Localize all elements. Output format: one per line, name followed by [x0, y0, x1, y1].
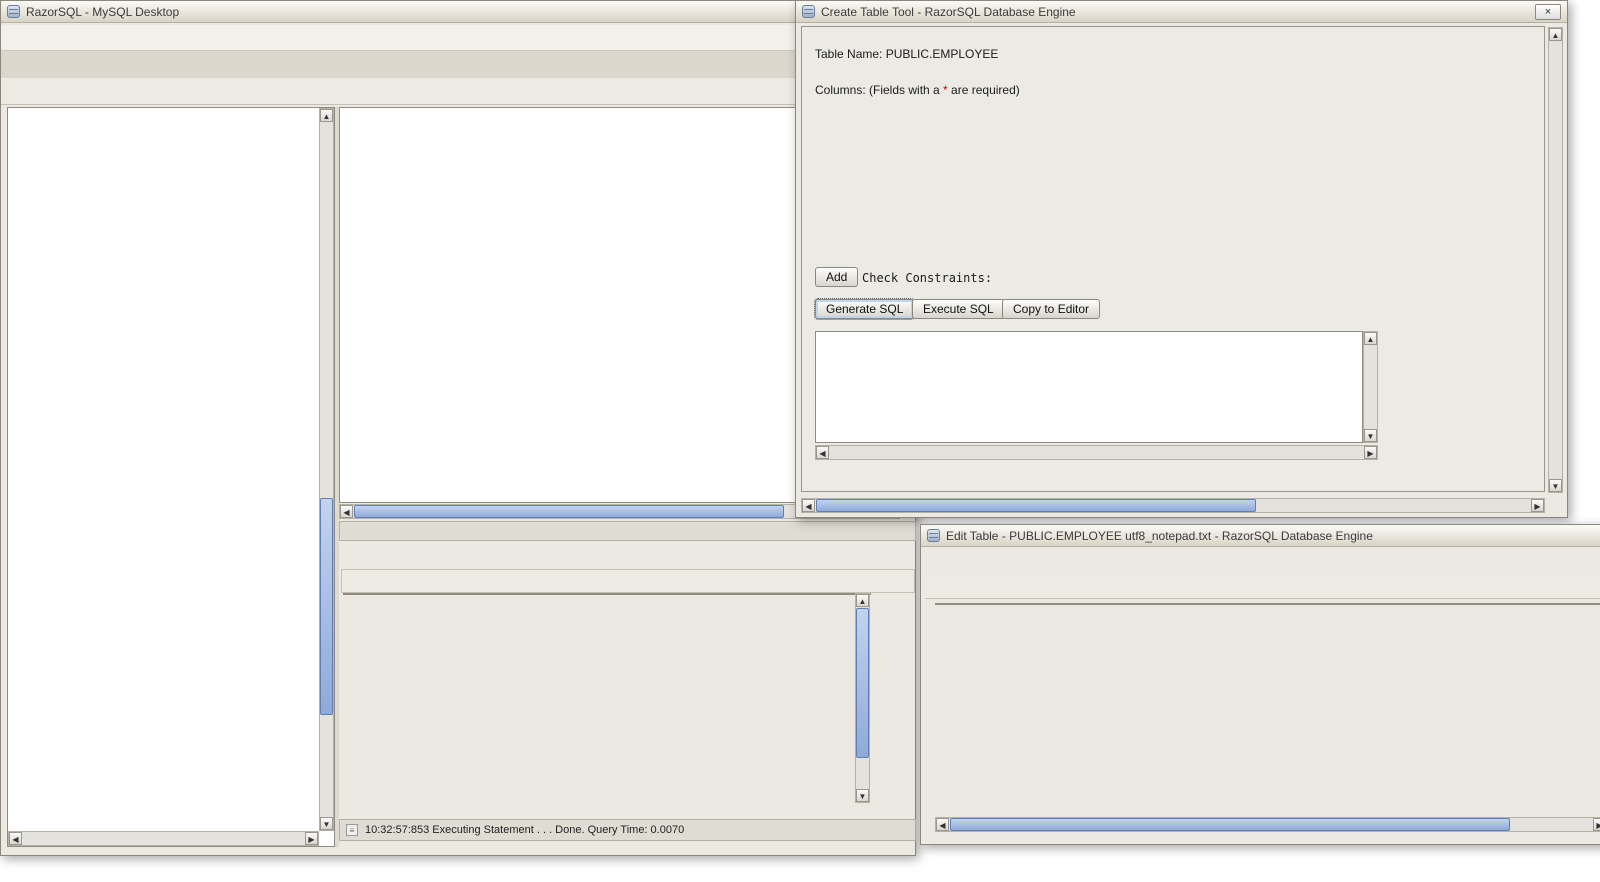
editor-hscroll-thumb[interactable]	[354, 505, 784, 518]
results-status-text: 10:32:57:853 Executing Statement . . . D…	[365, 824, 685, 836]
results-toolbar	[341, 569, 915, 593]
menubar	[1, 25, 915, 51]
check-constraints-label: Check Constraints:	[862, 271, 993, 285]
add-column-button[interactable]: Add	[815, 267, 859, 287]
scroll-right-icon[interactable]: ▶	[1531, 499, 1544, 512]
edit-table-grid	[935, 603, 1600, 605]
copy-to-editor-button[interactable]: Copy to Editor	[1002, 299, 1101, 319]
create-table-content: Table Name: PUBLIC.EMPLOYEE Columns: (Fi…	[801, 26, 1545, 492]
columns-label: Columns: (Fields with a * are required)	[815, 83, 1020, 97]
edit-table-horizontal-scrollbar[interactable]: ◀ ▶	[935, 817, 1600, 832]
edit-hscroll-thumb[interactable]	[950, 818, 1510, 831]
database-tree	[8, 108, 319, 831]
scroll-up-icon[interactable]: ▲	[856, 594, 869, 607]
app-icon	[802, 5, 815, 18]
window-vertical-scrollbar[interactable]: ▲ ▼	[1548, 27, 1563, 493]
scroll-right-icon[interactable]: ▶	[1593, 818, 1600, 831]
app-icon	[7, 5, 20, 18]
create-table-window: Create Table Tool - RazorSQL Database En…	[795, 0, 1568, 518]
scroll-up-icon[interactable]: ▲	[1549, 28, 1562, 41]
generated-sql-preview[interactable]	[815, 331, 1363, 443]
scroll-down-icon[interactable]: ▼	[856, 789, 869, 802]
preview-horizontal-scrollbar[interactable]: ◀ ▶	[815, 445, 1378, 460]
generate-sql-button[interactable]: Generate SQL	[813, 298, 916, 320]
scroll-down-icon[interactable]: ▼	[1364, 429, 1377, 442]
edit-table-window: Edit Table - PUBLIC.EMPLOYEE utf8_notepa…	[920, 524, 1600, 845]
edit-table-toolbar	[925, 571, 1600, 599]
scroll-left-icon[interactable]: ◀	[936, 818, 949, 831]
preview-vertical-scrollbar[interactable]: ▲ ▼	[1363, 331, 1378, 443]
window-horizontal-scrollbar[interactable]: ◀ ▶	[801, 498, 1545, 513]
edit-table-title: Edit Table - PUBLIC.EMPLOYEE utf8_notepa…	[946, 528, 1373, 543]
status-grid-icon: ≡	[346, 824, 358, 836]
main-window: RazorSQL - MySQL Desktop ▲ ▼ ◀ ▶ ▲ ▼ ◀	[0, 0, 916, 856]
edit-table-titlebar[interactable]: Edit Table - PUBLIC.EMPLOYEE utf8_notepa…	[921, 525, 1600, 547]
tree-vertical-scrollbar[interactable]: ▲ ▼	[319, 108, 334, 831]
scroll-left-icon[interactable]: ◀	[816, 446, 829, 459]
create-table-title: Create Table Tool - RazorSQL Database En…	[821, 4, 1076, 19]
connection-tabs	[1, 51, 915, 78]
results-grid	[343, 593, 871, 595]
results-statusbar: ≡ 10:32:57:853 Executing Statement . . .…	[339, 819, 916, 841]
tree-vscroll-thumb[interactable]	[320, 498, 333, 715]
database-tree-panel: ▲ ▼ ◀ ▶	[7, 107, 335, 847]
scroll-right-icon[interactable]: ▶	[305, 832, 318, 845]
scroll-down-icon[interactable]: ▼	[320, 817, 333, 830]
window-title: RazorSQL - MySQL Desktop	[26, 4, 180, 19]
main-titlebar[interactable]: RazorSQL - MySQL Desktop	[1, 1, 915, 23]
scroll-up-icon[interactable]: ▲	[320, 109, 333, 122]
scroll-right-icon[interactable]: ▶	[1364, 446, 1377, 459]
scroll-left-icon[interactable]: ◀	[802, 499, 815, 512]
close-icon[interactable]: ×	[1535, 3, 1561, 20]
results-vertical-scrollbar[interactable]: ▲ ▼	[855, 593, 870, 803]
tree-horizontal-scrollbar[interactable]: ◀ ▶	[8, 831, 319, 846]
scroll-down-icon[interactable]: ▼	[1549, 479, 1562, 492]
editor-statusbar	[339, 521, 916, 541]
execute-sql-button[interactable]: Execute SQL	[912, 299, 1005, 319]
window-hscroll-thumb[interactable]	[816, 499, 1256, 512]
desktop: RazorSQL - MySQL Desktop ▲ ▼ ◀ ▶ ▲ ▼ ◀	[0, 0, 1600, 882]
main-toolbar	[1, 78, 915, 105]
results-vscroll-thumb[interactable]	[856, 608, 869, 758]
create-table-titlebar[interactable]: Create Table Tool - RazorSQL Database En…	[796, 1, 1567, 23]
scroll-left-icon[interactable]: ◀	[9, 832, 22, 845]
scroll-left-icon[interactable]: ◀	[340, 505, 353, 518]
table-name-label: Table Name: PUBLIC.EMPLOYEE	[815, 47, 999, 61]
app-icon	[927, 529, 940, 542]
scroll-up-icon[interactable]: ▲	[1364, 332, 1377, 345]
